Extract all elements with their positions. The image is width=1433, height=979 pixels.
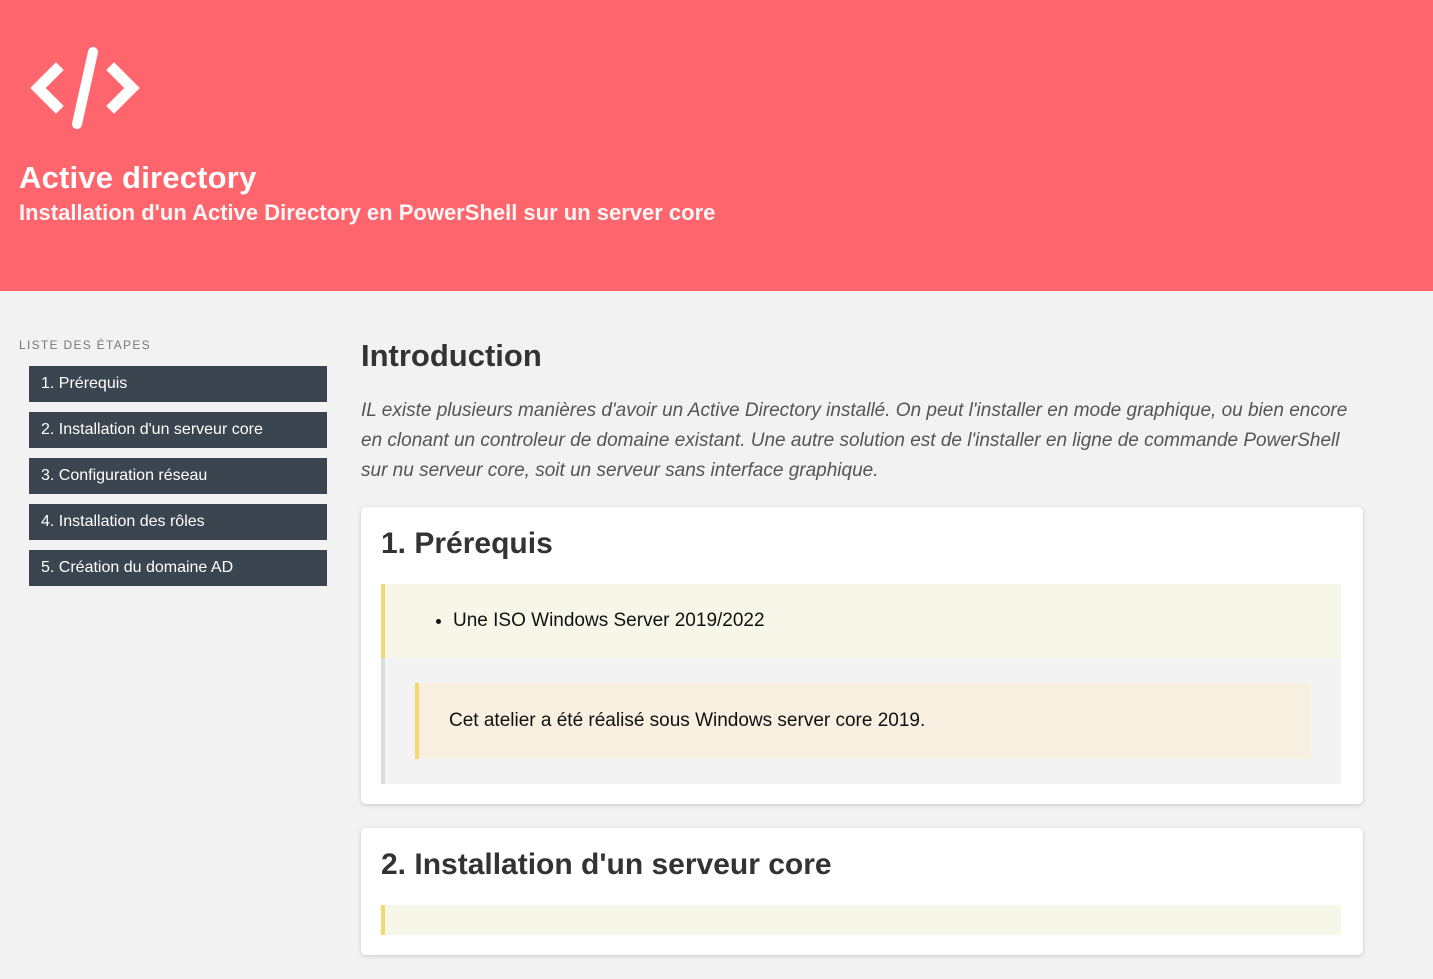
sidebar-item-installation-serveur-core[interactable]: 2. Installation d'un serveur core (29, 412, 327, 448)
sidebar-item-prerequis[interactable]: 1. Prérequis (29, 366, 327, 402)
step-title: 2. Installation d'un serveur core (381, 848, 832, 881)
requirement-item: Une ISO Windows Server 2019/2022 (453, 610, 1301, 632)
sidebar-item-installation-roles[interactable]: 4. Installation des rôles (29, 504, 327, 540)
page-subtitle: Installation d'un Active Directory en Po… (19, 200, 716, 225)
sidebar-heading: Liste des étapes (19, 338, 151, 352)
note-callout: Cet atelier a été réalisé sous Windows s… (415, 683, 1311, 759)
intro-paragraph: IL existe plusieurs manières d'avoir un … (361, 400, 1348, 481)
steps-sidebar: Liste des étapes 1. Prérequis 2. Install… (19, 338, 329, 596)
step-title: 1. Prérequis (381, 527, 553, 560)
requirements-box (381, 905, 1341, 935)
page-header: Active directory Installation d'un Activ… (0, 0, 1433, 291)
step-card-prerequis: 1. Prérequis Une ISO Windows Server 2019… (361, 507, 1363, 804)
requirements-box: Une ISO Windows Server 2019/2022 (381, 584, 1341, 658)
sidebar-item-configuration-reseau[interactable]: 3. Configuration réseau (29, 458, 327, 494)
note-container: Cet atelier a été réalisé sous Windows s… (381, 658, 1341, 784)
page-title: Active directory (19, 160, 257, 195)
sidebar-item-creation-domaine-ad[interactable]: 5. Création du domaine AD (29, 550, 327, 586)
code-brackets-icon (30, 47, 140, 129)
section-title-introduction: Introduction (361, 338, 542, 373)
main-content: Introduction IL existe plusieurs manière… (361, 338, 1363, 979)
step-card-installation-serveur-core: 2. Installation d'un serveur core (361, 828, 1363, 955)
steps-list: 1. Prérequis 2. Installation d'un serveu… (19, 366, 329, 586)
